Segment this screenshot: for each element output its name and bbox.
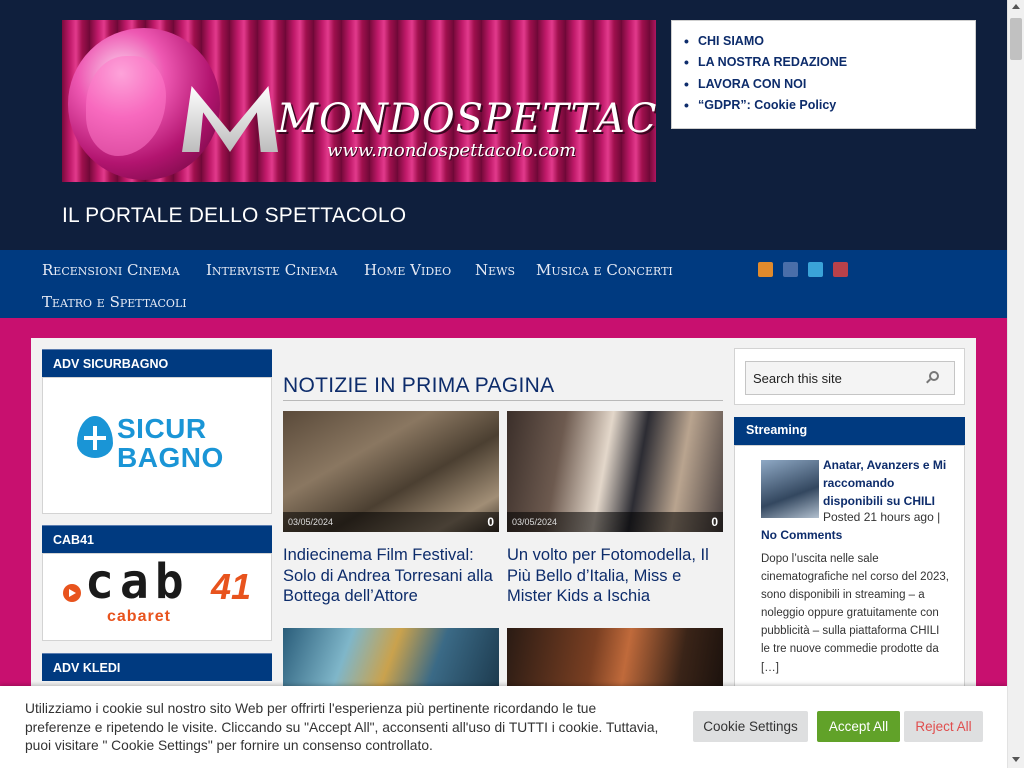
streaming-post-date: Posted 21 hours ago | xyxy=(823,510,941,524)
streaming-post-excerpt: Dopo l’uscita nelle sale cinematografich… xyxy=(761,553,949,674)
top-link-redazione[interactable]: LA NOSTRA REDAZIONE xyxy=(684,54,847,76)
cookie-settings-button[interactable]: Cookie Settings xyxy=(693,711,808,742)
top-link-gdpr[interactable]: “GDPR”: Cookie Policy xyxy=(684,97,847,119)
top-links-box: CHI SIAMO LA NOSTRA REDAZIONE LAVORA CON… xyxy=(671,20,976,129)
scroll-up-arrow-icon[interactable] xyxy=(1012,4,1020,9)
logo-url: www.mondospettacolo.com xyxy=(327,140,577,161)
youtube-icon[interactable] xyxy=(833,262,848,277)
accept-all-button[interactable]: Accept All xyxy=(817,711,900,742)
cab41-arrow-icon xyxy=(63,584,81,602)
main-nav: Recensioni Cinema Interviste Cinema Home… xyxy=(0,250,1007,318)
search-widget: Search this site xyxy=(734,348,965,405)
article-thumbnail[interactable]: 03/05/2024 0 xyxy=(283,411,499,532)
article-meta: 03/05/2024 0 xyxy=(283,512,499,532)
nav-item-recensioni-cinema[interactable]: Recensioni Cinema xyxy=(42,261,180,279)
cab41-logo-sub: cabaret xyxy=(107,608,171,625)
streaming-widget: Anatar, Avanzers e Mi raccomando disponi… xyxy=(734,445,965,705)
article-date: 03/05/2024 xyxy=(512,517,558,527)
section-title: NOTIZIE IN PRIMA PAGINA xyxy=(283,374,555,397)
widget-title-cab41: CAB41 xyxy=(42,525,272,553)
cookie-banner-text: Utilizziamo i cookie sul nostro sito Web… xyxy=(25,701,659,753)
comment-count[interactable]: 0 xyxy=(487,515,494,529)
cab41-logo-main: cab xyxy=(85,554,190,610)
article-meta: 03/05/2024 0 xyxy=(507,512,723,532)
cookie-banner: Utilizziamo i cookie sul nostro sito Web… xyxy=(0,686,1007,768)
article-thumbnail[interactable] xyxy=(507,628,723,686)
nav-item-teatro-spettacoli[interactable]: Teatro e Spettacoli xyxy=(42,293,187,311)
top-link-lavora[interactable]: LAVORA CON NOI xyxy=(684,76,847,98)
scroll-down-arrow-icon[interactable] xyxy=(1012,757,1020,762)
nav-item-home-video[interactable]: Home Video xyxy=(364,261,451,279)
streaming-post-thumbnail[interactable] xyxy=(761,460,819,518)
widget-title-streaming: Streaming xyxy=(734,417,965,445)
logo-m-film-icon xyxy=(182,86,278,152)
streaming-comments-link[interactable]: No Comments xyxy=(761,528,842,542)
article-date: 03/05/2024 xyxy=(288,517,334,527)
nav-item-interviste-cinema[interactable]: Interviste Cinema xyxy=(206,261,337,279)
search-input[interactable]: Search this site xyxy=(745,361,955,395)
article-title-link[interactable]: Indiecinema Film Festival: Solo di Andre… xyxy=(283,545,499,607)
facebook-icon[interactable] xyxy=(783,262,798,277)
nav-item-musica-concerti[interactable]: Musica e Concerti xyxy=(536,261,673,279)
top-link-chi-siamo[interactable]: CHI SIAMO xyxy=(684,33,847,55)
page-scrollbar[interactable] xyxy=(1007,0,1024,768)
cab41-ad[interactable]: cab 41 cabaret xyxy=(42,553,272,641)
reject-all-button[interactable]: Reject All xyxy=(904,711,983,742)
nav-item-news[interactable]: News xyxy=(475,261,515,279)
comment-count[interactable]: 0 xyxy=(711,515,718,529)
cab41-logo: cab 41 cabaret xyxy=(63,554,263,630)
widget-title-kledi: ADV KLEDI xyxy=(42,653,272,681)
widget-title-sicurbagno: ADV SICURBAGNO xyxy=(42,349,272,377)
twitter-icon[interactable] xyxy=(808,262,823,277)
logo-text: MONDOSPETTACOLO xyxy=(277,96,656,142)
section-divider xyxy=(283,400,723,401)
site-header: MONDOSPETTACOLO www.mondospettacolo.com … xyxy=(0,0,1007,250)
sicurbagno-drop-icon xyxy=(77,416,113,458)
site-tagline: IL PORTALE DELLO SPETTACOLO xyxy=(62,204,407,227)
cab41-logo-number: 41 xyxy=(211,566,252,607)
article-title-link[interactable]: Un volto per Fotomodella, Il Più Bello d… xyxy=(507,545,723,607)
scrollbar-thumb[interactable] xyxy=(1010,18,1022,60)
site-logo[interactable]: MONDOSPETTACOLO www.mondospettacolo.com xyxy=(62,20,656,182)
streaming-post-title[interactable]: Anatar, Avanzers e Mi raccomando disponi… xyxy=(823,456,953,510)
search-icon[interactable] xyxy=(929,371,939,381)
article-thumbnail[interactable]: 03/05/2024 0 xyxy=(507,411,723,532)
rss-icon[interactable] xyxy=(758,262,773,277)
sicurbagno-ad[interactable]: SICUR BAGNO xyxy=(42,377,272,514)
sicurbagno-logo-text: SICUR BAGNO xyxy=(117,413,224,473)
article-thumbnail[interactable] xyxy=(283,628,499,686)
